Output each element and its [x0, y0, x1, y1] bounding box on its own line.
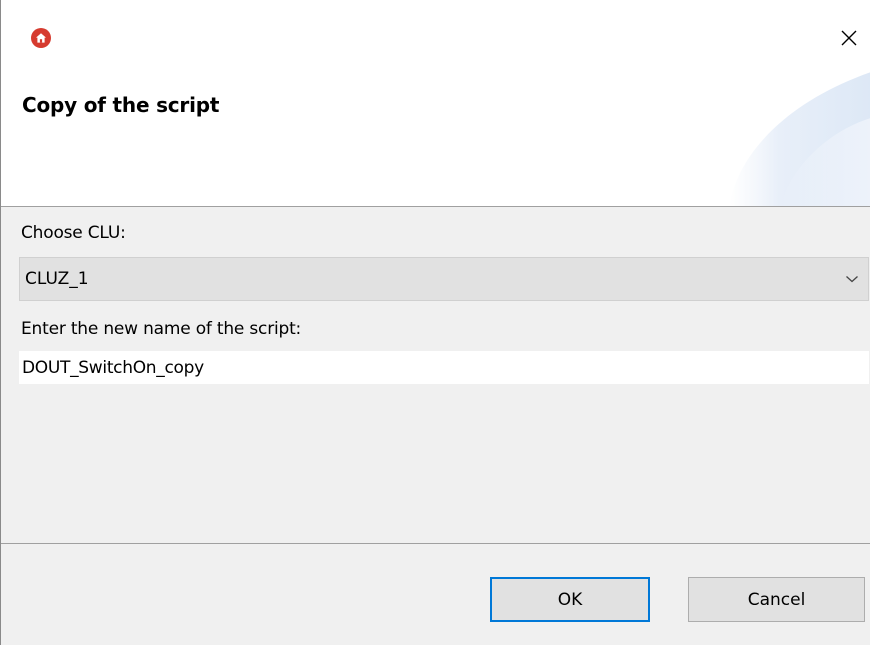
close-icon — [841, 30, 857, 46]
header-divider — [1, 206, 870, 207]
script-name-input[interactable] — [19, 351, 869, 384]
choose-clu-label: Choose CLU: — [21, 223, 126, 243]
close-button[interactable] — [829, 20, 869, 56]
chevron-down-icon — [846, 276, 858, 283]
copy-script-dialog: Copy of the script Choose CLU: CLUZ_1 En… — [0, 0, 870, 645]
clu-dropdown[interactable]: CLUZ_1 — [19, 257, 869, 301]
footer-divider — [1, 543, 870, 544]
script-name-label: Enter the new name of the script: — [21, 319, 302, 339]
dialog-header: Copy of the script — [1, 0, 870, 206]
home-icon — [31, 28, 51, 48]
clu-selected-value: CLUZ_1 — [25, 269, 89, 289]
dialog-title: Copy of the script — [22, 93, 220, 117]
ok-button[interactable]: OK — [490, 577, 650, 622]
cancel-button[interactable]: Cancel — [688, 577, 865, 622]
